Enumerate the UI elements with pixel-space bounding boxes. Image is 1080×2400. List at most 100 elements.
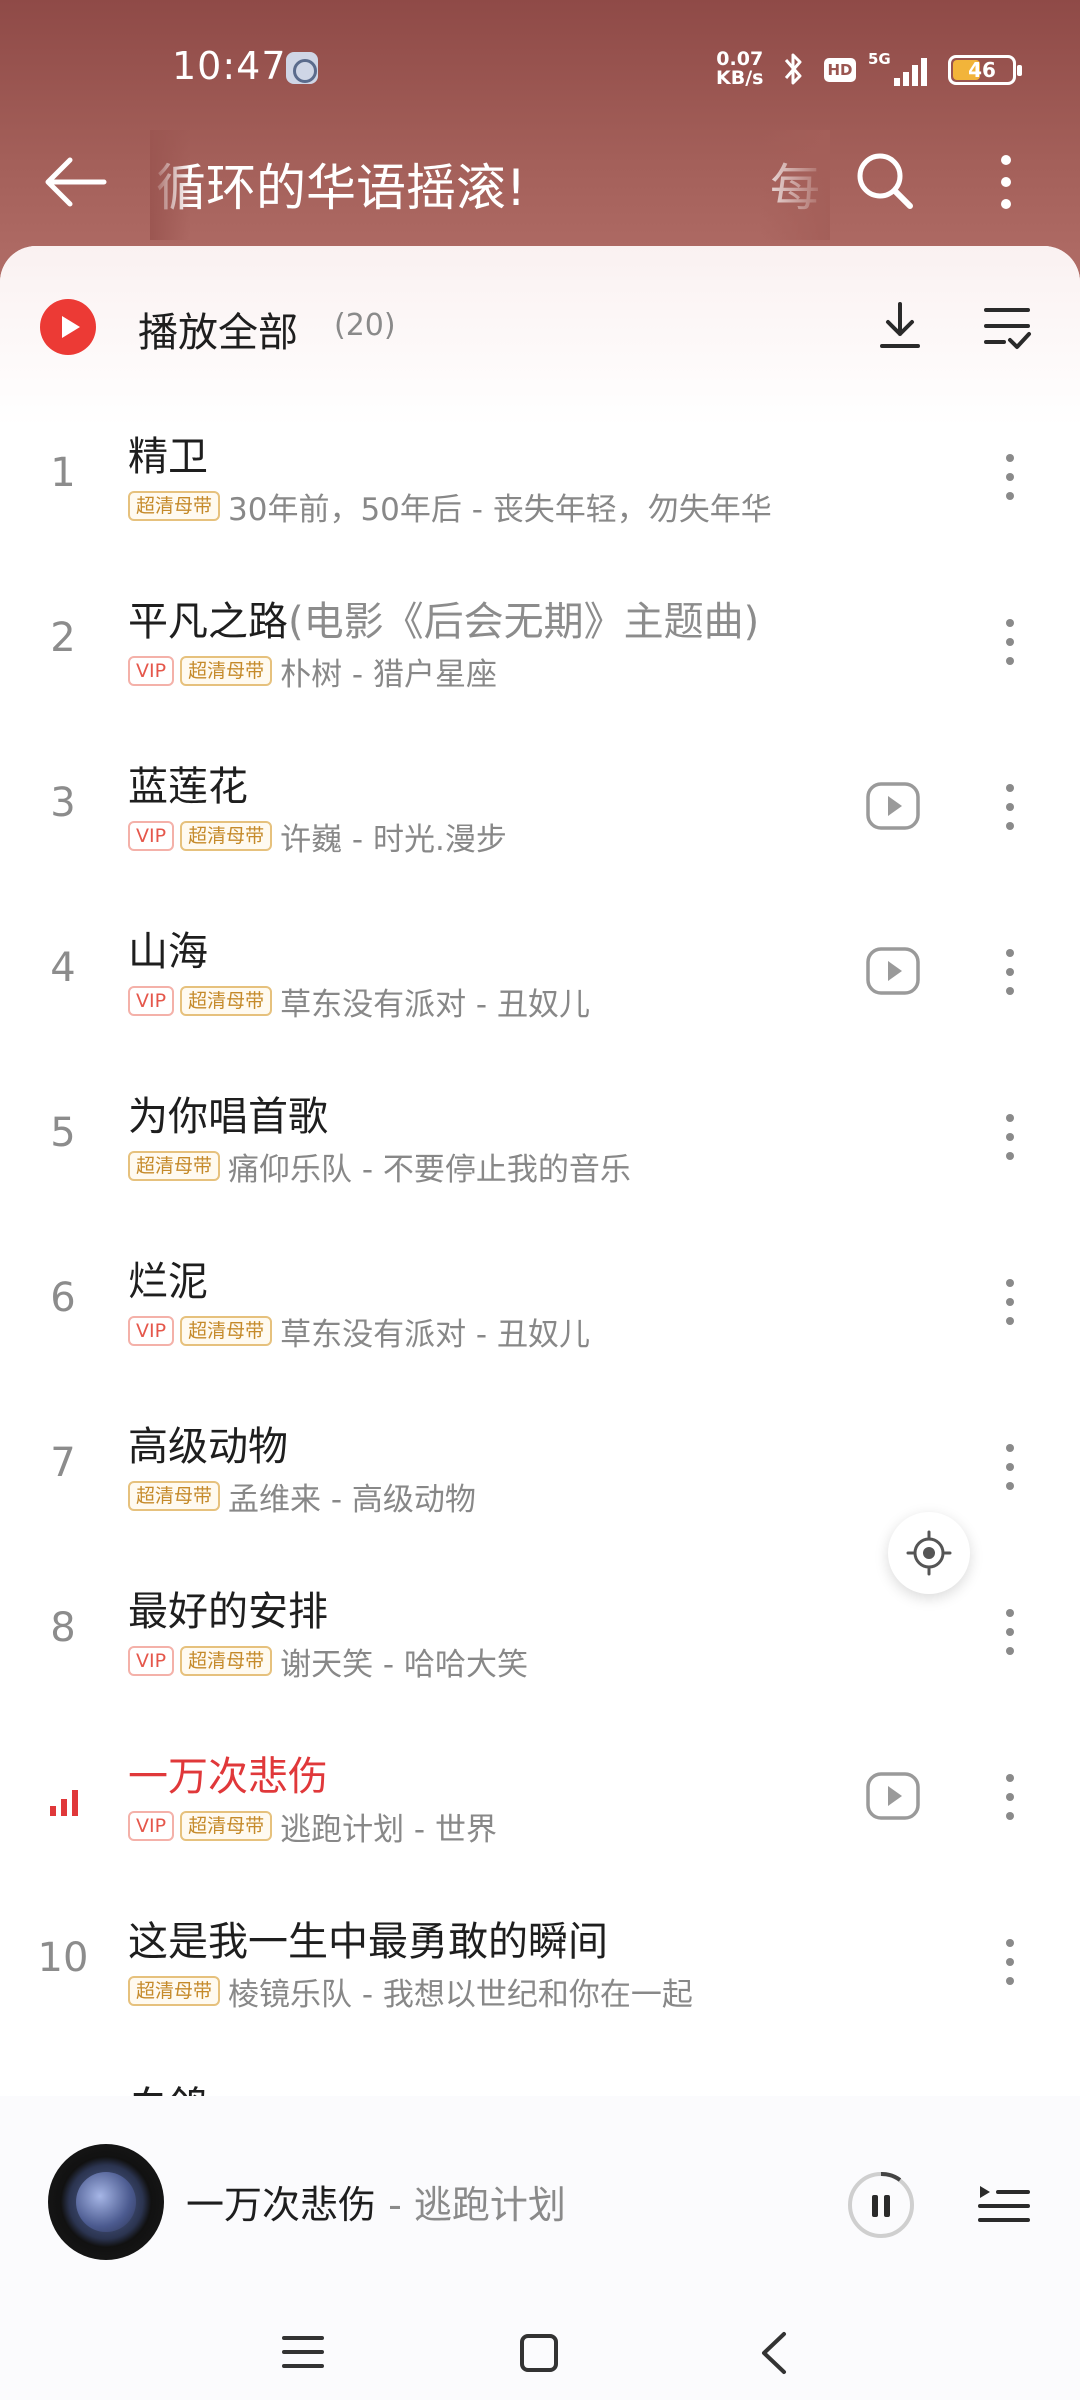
now-playing-artist: - 逃跑计划: [376, 2183, 566, 2227]
song-row[interactable]: 5 为你唱首歌超清母带 痛仰乐队 - 不要停止我的音乐: [0, 1056, 1080, 1221]
song-index: 5: [50, 1110, 76, 1156]
song-title[interactable]: 为你唱首歌: [128, 1084, 328, 1142]
marquee-fade: [760, 130, 830, 240]
master-quality-badge: 超清母带: [128, 1151, 221, 1181]
song-more-icon[interactable]: [990, 1927, 1030, 1997]
multi-select-icon[interactable]: [982, 296, 1032, 356]
play-all-row[interactable]: 播放全部 (20): [0, 276, 1080, 376]
song-title-text: 为你唱首歌: [128, 1094, 328, 1140]
song-title[interactable]: 蓝莲花: [128, 754, 248, 812]
song-index: 2: [50, 615, 76, 661]
song-title-text: 平凡之路: [128, 599, 288, 645]
hd-voice-badge: HD: [824, 58, 856, 82]
song-row[interactable]: 10 这是我一生中最勇敢的瞬间超清母带 棱镜乐队 - 我想以世纪和你在一起: [0, 1881, 1080, 2046]
song-title-text: 烂泥: [128, 1259, 208, 1305]
song-more-icon[interactable]: [990, 607, 1030, 677]
vip-badge: VIP: [128, 1316, 175, 1346]
song-title-text: 最好的安排: [128, 1589, 328, 1635]
network-speed-unit: KB/s: [716, 67, 764, 89]
song-title-text: 高级动物: [128, 1424, 288, 1470]
nav-bar: 循环的华语摇滚! 每: [0, 130, 1080, 250]
music-video-icon[interactable]: [866, 782, 920, 830]
song-row[interactable]: 2 平凡之路(电影《后会无期》主题曲) VIP 超清母带 朴树 - 猎户星座: [0, 561, 1080, 726]
locate-current-song-button[interactable]: [888, 1512, 970, 1594]
master-quality-badge: 超清母带: [180, 656, 273, 686]
bluetooth-icon: [784, 53, 802, 85]
song-more-icon[interactable]: [990, 772, 1030, 842]
song-title[interactable]: 山海: [128, 919, 208, 977]
vip-badge: VIP: [128, 986, 175, 1016]
song-index: 8: [50, 1605, 76, 1651]
now-playing-equalizer-icon: [50, 1790, 78, 1816]
play-all-label[interactable]: 播放全部: [138, 300, 298, 358]
master-quality-badge: 超清母带: [128, 491, 221, 521]
album-art[interactable]: [48, 2144, 164, 2260]
master-quality-badge: 超清母带: [180, 986, 273, 1016]
song-row[interactable]: 6 烂泥 VIP 超清母带 草东没有派对 - 丑奴儿: [0, 1221, 1080, 1386]
song-title[interactable]: 精卫: [128, 424, 208, 482]
song-meta: VIP 超清母带 草东没有派对 - 丑奴儿: [128, 1311, 590, 1353]
song-title-subtitle: (电影《后会无期》主题曲): [288, 599, 760, 645]
artist-album: 朴树 - 猎户星座: [280, 656, 497, 693]
song-index: 1: [50, 450, 76, 496]
music-video-icon[interactable]: [866, 947, 920, 995]
recent-apps-icon[interactable]: [282, 2332, 324, 2372]
song-meta: VIP 超清母带 谢天笑 - 哈哈大笑: [128, 1641, 528, 1683]
download-icon[interactable]: [872, 296, 928, 356]
master-quality-badge: 超清母带: [180, 1811, 273, 1841]
song-title[interactable]: 最好的安排: [128, 1579, 328, 1637]
artist-album: 痛仰乐队 - 不要停止我的音乐: [228, 1151, 631, 1188]
home-icon[interactable]: [520, 2334, 558, 2372]
song-row[interactable]: 3 蓝莲花 VIP 超清母带 许巍 - 时光.漫步: [0, 726, 1080, 891]
mini-player[interactable]: 一万次悲伤 - 逃跑计划: [0, 2096, 1080, 2296]
now-playing-info[interactable]: 一万次悲伤 - 逃跑计划: [186, 2174, 566, 2229]
title-fade: [150, 130, 190, 240]
song-index: 7: [50, 1440, 76, 1486]
song-title[interactable]: 这是我一生中最勇敢的瞬间: [128, 1909, 608, 1967]
system-navigation-bar: [0, 2296, 1080, 2400]
song-more-icon[interactable]: [990, 1597, 1030, 1667]
song-title[interactable]: 烂泥: [128, 1249, 208, 1307]
master-quality-badge: 超清母带: [128, 1481, 221, 1511]
more-options-icon[interactable]: [986, 142, 1026, 222]
song-title[interactable]: 高级动物: [128, 1414, 288, 1472]
locate-icon: [906, 1530, 952, 1576]
song-more-icon[interactable]: [990, 1267, 1030, 1337]
song-title-text: 精卫: [128, 434, 208, 480]
song-title[interactable]: 一万次悲伤: [128, 1744, 328, 1802]
artist-album: 草东没有派对 - 丑奴儿: [280, 1316, 590, 1353]
song-more-icon[interactable]: [990, 937, 1030, 1007]
song-count: (20): [334, 308, 396, 343]
playlist-queue-icon[interactable]: [976, 2178, 1032, 2232]
playlist-panel: 播放全部 (20) 1 精卫 超清母带 30年前，50年后 - 丧失年轻，勿失年华 2 平…: [0, 246, 1080, 2400]
song-meta: VIP 超清母带 朴树 - 猎户星座: [128, 651, 497, 693]
song-meta: 超清母带 孟维来 - 高级动物: [128, 1476, 476, 1518]
song-title[interactable]: 平凡之路(电影《后会无期》主题曲): [128, 589, 759, 647]
vip-badge: VIP: [128, 656, 175, 686]
system-back-icon[interactable]: [756, 2328, 792, 2378]
vip-badge: VIP: [128, 821, 175, 851]
master-quality-badge: 超清母带: [180, 1646, 273, 1676]
song-index: 10: [37, 1935, 89, 1981]
song-more-icon[interactable]: [990, 1762, 1030, 1832]
song-row[interactable]: 4 山海 VIP 超清母带 草东没有派对 - 丑奴儿: [0, 891, 1080, 1056]
song-title-text: 山海: [128, 929, 208, 975]
back-button[interactable]: [40, 144, 116, 220]
song-more-icon[interactable]: [990, 1102, 1030, 1172]
search-icon[interactable]: [846, 142, 926, 222]
song-index: 6: [50, 1275, 76, 1321]
artist-album: 孟维来 - 高级动物: [228, 1481, 476, 1518]
song-title-text: 蓝莲花: [128, 764, 248, 810]
network-type-label: 5G: [868, 50, 891, 68]
play-all-icon[interactable]: [40, 299, 96, 355]
song-meta: 超清母带 痛仰乐队 - 不要停止我的音乐: [128, 1146, 631, 1188]
song-more-icon[interactable]: [990, 1432, 1030, 1502]
song-index: 3: [50, 780, 76, 826]
song-row[interactable]: 一万次悲伤 VIP 超清母带 逃跑计划 - 世界: [0, 1716, 1080, 1881]
artist-album: 许巍 - 时光.漫步: [280, 821, 507, 858]
music-video-icon[interactable]: [866, 1772, 920, 1820]
song-more-icon[interactable]: [990, 442, 1030, 512]
master-quality-badge: 超清母带: [128, 1976, 221, 2006]
artist-album: 棱镜乐队 - 我想以世纪和你在一起: [228, 1976, 693, 2013]
song-row[interactable]: 1 精卫 超清母带 30年前，50年后 - 丧失年轻，勿失年华: [0, 396, 1080, 561]
